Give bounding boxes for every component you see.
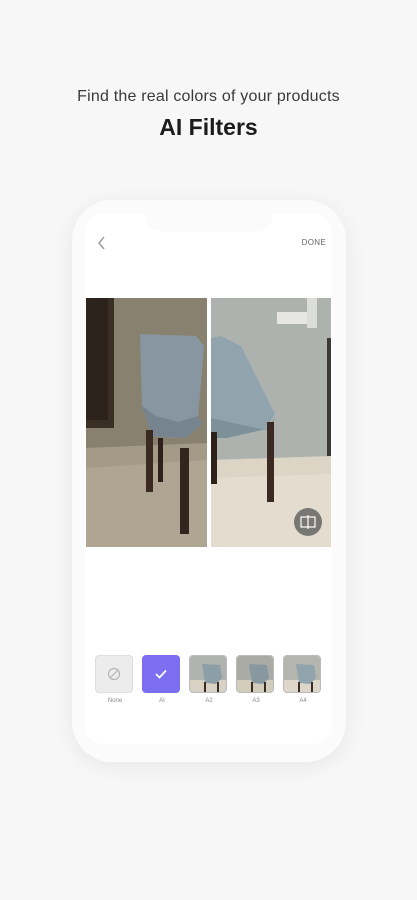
filter-label: None [107, 698, 123, 704]
filter-label: A4 [299, 698, 307, 704]
filter-a2-thumb [189, 655, 227, 693]
filter-label: A3 [252, 698, 260, 704]
no-filter-icon [107, 667, 121, 681]
filter-ai[interactable]: AI [142, 655, 182, 704]
done-button[interactable]: DONE [292, 238, 326, 252]
filter-none[interactable]: None [95, 655, 135, 704]
filter-label: A2 [205, 698, 213, 704]
before-photo [86, 298, 207, 547]
filter-a4[interactable]: A4 [283, 655, 323, 704]
filter-ai-thumb [142, 655, 180, 693]
check-icon [155, 669, 167, 679]
filter-label: AI [159, 698, 165, 704]
promo-subtitle: Find the real colors of your products [77, 88, 340, 105]
filter-a3[interactable]: A3 [236, 655, 276, 704]
back-button[interactable] [93, 234, 111, 252]
promo-title: AI Filters [159, 114, 258, 140]
split-compare-icon [300, 515, 316, 529]
filter-none-thumb [95, 655, 133, 693]
phone-notch [145, 206, 273, 232]
filter-a2[interactable]: A2 [189, 655, 229, 704]
filter-a3-thumb [236, 655, 274, 693]
chevron-left-icon [98, 236, 105, 250]
filter-a4-thumb [283, 655, 321, 693]
compare-button[interactable] [294, 508, 322, 536]
